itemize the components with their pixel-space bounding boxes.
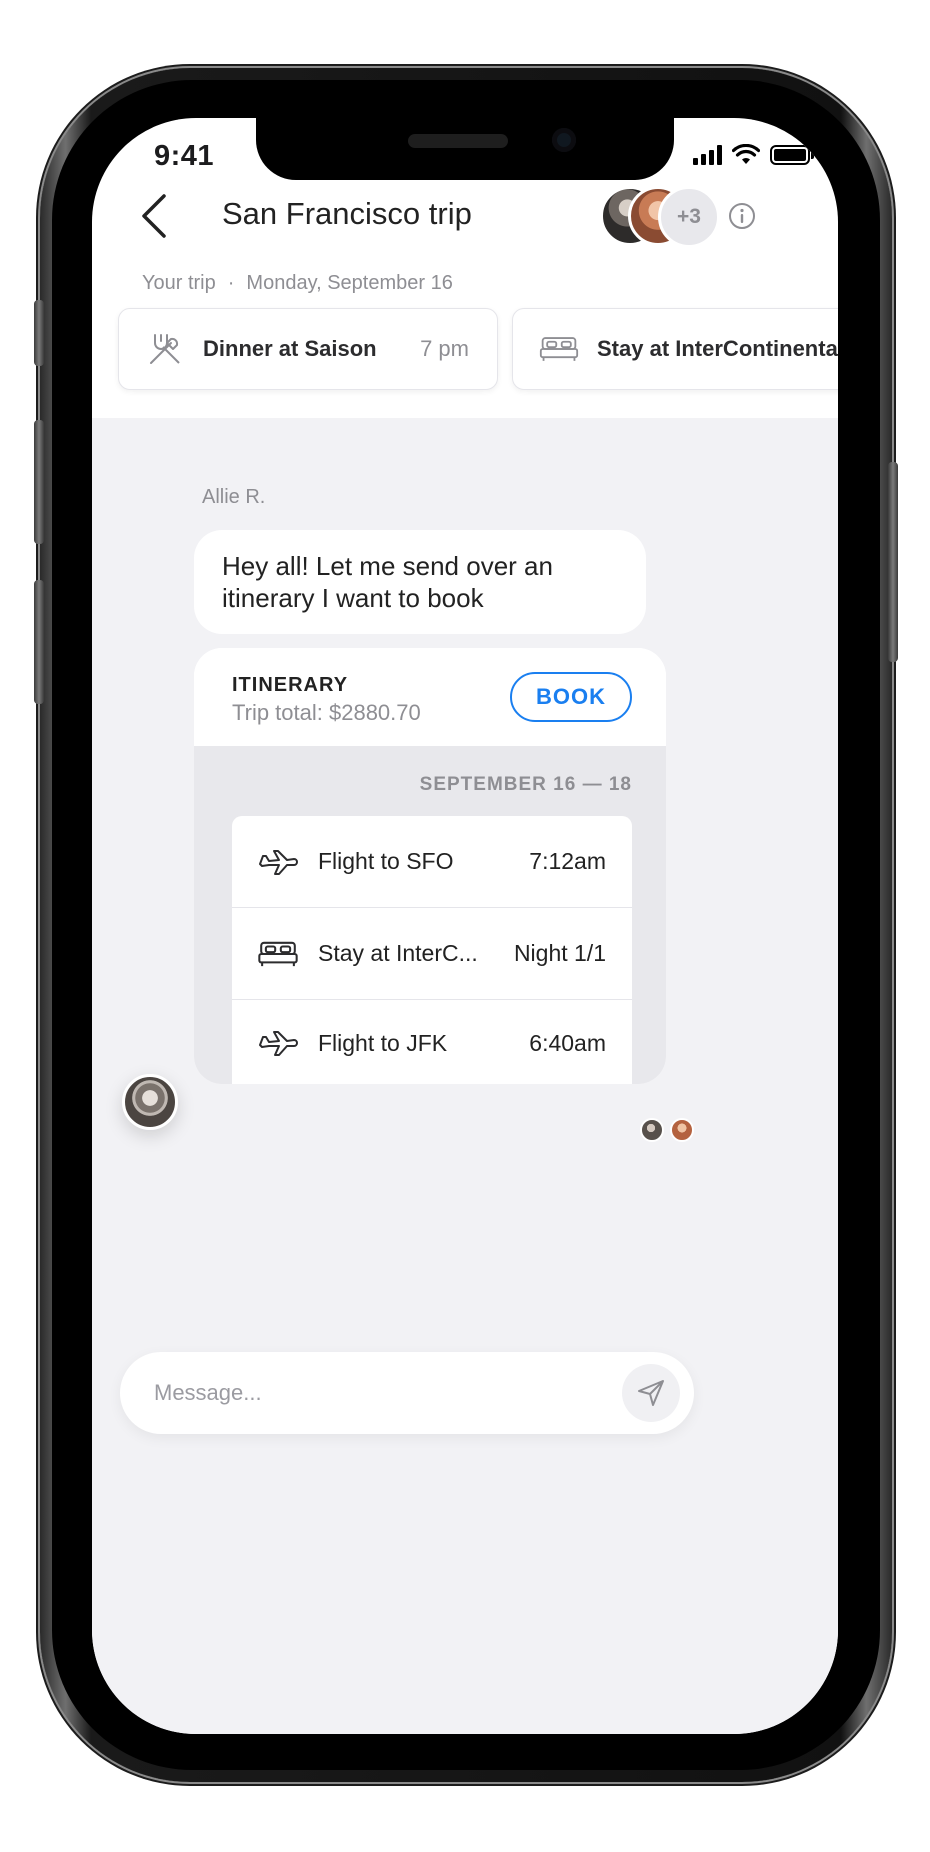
bed-icon <box>539 329 579 369</box>
itinerary-item-stay[interactable]: Stay at InterC... Night 1/1 <box>232 908 632 1000</box>
avatar <box>640 1118 664 1142</box>
message-bubble: Hey all! Let me send over an itinerary I… <box>194 530 646 634</box>
read-receipts <box>640 1118 694 1142</box>
phone-screen: 9:41 San Francisco trip +3 Your trip · M… <box>92 118 838 1734</box>
bed-icon <box>256 939 300 969</box>
upcoming-events-strip: Dinner at Saison 7 pm Stay at InterConti… <box>118 308 838 392</box>
send-icon <box>638 1380 664 1406</box>
book-button[interactable]: BOOK <box>510 672 632 722</box>
itinerary-item-label: Flight to JFK <box>318 1029 448 1056</box>
trip-meta-label: Your trip <box>142 272 216 294</box>
chevron-left-icon <box>142 194 166 238</box>
page-title: San Francisco trip <box>222 196 472 231</box>
event-card-dinner[interactable]: Dinner at Saison 7 pm <box>118 308 498 390</box>
avatar <box>670 1118 694 1142</box>
itinerary-item-time: Night 1/1 <box>513 940 606 966</box>
event-label: Dinner at Saison <box>203 336 377 361</box>
info-icon <box>729 203 755 229</box>
itinerary-label: ITINERARY <box>232 674 349 696</box>
status-time: 9:41 <box>154 140 215 172</box>
itinerary-total: Trip total: $2880.70 <box>232 700 421 725</box>
back-button[interactable] <box>134 182 174 250</box>
itinerary-card[interactable]: ITINERARY Trip total: $2880.70 BOOK SEPT… <box>194 648 666 1084</box>
trip-meta-date: Monday, September 16 <box>246 272 453 294</box>
info-button[interactable] <box>724 198 760 234</box>
itinerary-item-flight-jfk[interactable]: Flight to JFK 6:40am <box>232 1000 632 1084</box>
wifi-icon <box>732 144 760 164</box>
speaker-grille <box>408 134 508 148</box>
itinerary-item-label: Flight to SFO <box>318 848 454 874</box>
volume-up-button <box>34 420 44 544</box>
message-input[interactable] <box>154 1352 594 1434</box>
volume-down-button <box>34 580 44 704</box>
more-participants-badge: +3 <box>658 186 720 248</box>
event-time: 7 pm <box>420 336 469 361</box>
trip-meta-separator: · <box>227 272 235 294</box>
power-button <box>888 462 898 662</box>
sender-avatar[interactable] <box>122 1074 178 1130</box>
notch <box>256 118 674 180</box>
trip-meta: Your trip · Monday, September 16 <box>142 272 453 295</box>
status-icons <box>693 144 814 166</box>
event-card-stay[interactable]: Stay at InterContinental <box>512 308 838 390</box>
itinerary-item-flight-sfo[interactable]: Flight to SFO 7:12am <box>232 816 632 908</box>
plane-icon <box>256 847 300 877</box>
event-label: Stay at InterContinental <box>597 336 838 361</box>
itinerary-header: ITINERARY Trip total: $2880.70 BOOK <box>194 648 666 746</box>
message-composer <box>120 1352 694 1434</box>
sender-name: Allie R. <box>202 486 266 508</box>
itinerary-list: Flight to SFO 7:12am Stay at InterC... N… <box>232 816 632 1084</box>
battery-icon <box>770 145 814 165</box>
itinerary-item-time: 6:40am <box>529 1029 606 1056</box>
itinerary-item-time: 7:12am <box>529 848 606 874</box>
cellular-signal-icon <box>693 145 722 165</box>
fork-knife-icon <box>145 329 185 369</box>
chat-area[interactable]: Allie R. Hey all! Let me send over an it… <box>92 418 838 1734</box>
chat-header: San Francisco trip +3 <box>92 182 838 282</box>
send-button[interactable] <box>622 1364 680 1422</box>
front-camera <box>552 128 576 152</box>
itinerary-dates: SEPTEMBER 16 — 18 <box>419 774 632 795</box>
plane-icon <box>256 1028 300 1058</box>
silent-switch <box>34 300 44 366</box>
itinerary-body: SEPTEMBER 16 — 18 Flight to SFO 7:12am S… <box>194 746 666 1084</box>
itinerary-item-label: Stay at InterC... <box>318 940 478 966</box>
